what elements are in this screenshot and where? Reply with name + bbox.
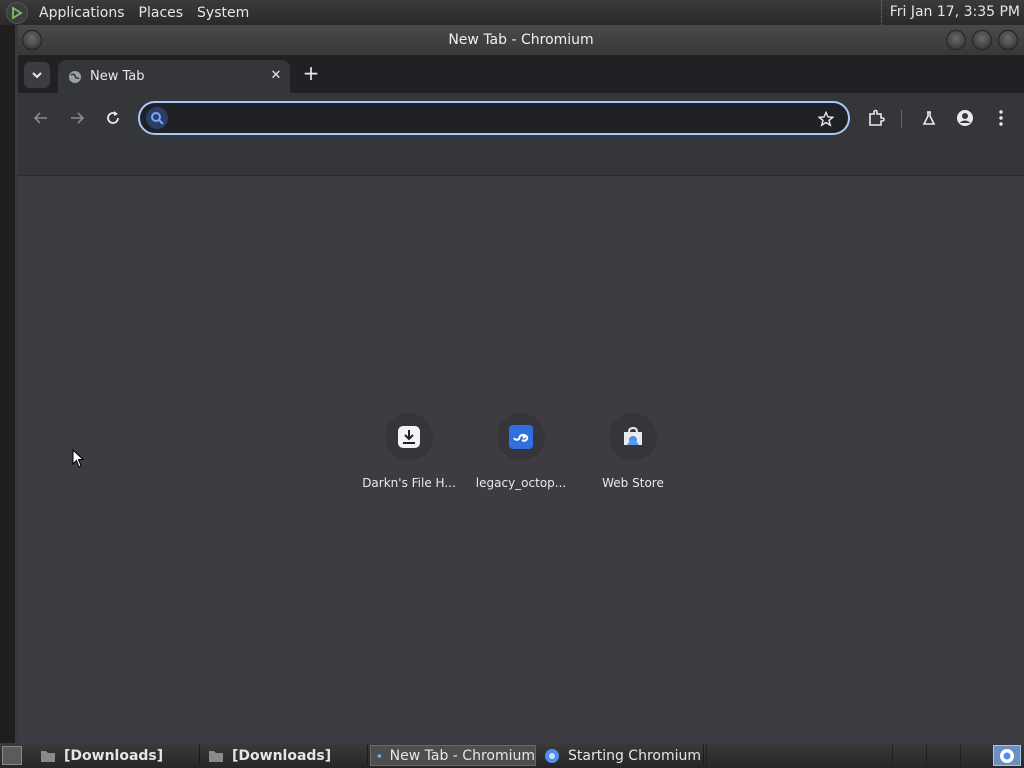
profile-avatar-icon[interactable]	[953, 106, 977, 130]
shortcut-label: Darkn's File H...	[362, 476, 456, 490]
mate-logo-icon[interactable]	[6, 1, 28, 24]
labs-flask-icon[interactable]	[917, 106, 941, 130]
window-menu-button[interactable]	[22, 30, 42, 50]
task-label: New Tab - Chromium	[389, 747, 535, 764]
folder-icon	[41, 750, 55, 762]
shortcut-tile[interactable]	[497, 413, 545, 461]
globe-icon	[69, 70, 81, 83]
task-label: Starting Chromium	[568, 747, 701, 764]
tab-strip: New Tab ✕ +	[18, 55, 1024, 93]
omnibox-input[interactable]	[174, 107, 794, 129]
window-titlebar[interactable]: New Tab - Chromium	[18, 25, 1024, 55]
close-window-button[interactable]	[998, 30, 1018, 50]
chromium-icon	[377, 753, 382, 758]
browser-toolbar	[18, 93, 1024, 143]
task-label: [Downloads]	[64, 747, 164, 764]
workspace-3[interactable]	[960, 745, 993, 766]
forward-icon[interactable]	[65, 106, 89, 130]
shortcut-label: Web Store	[602, 476, 664, 490]
search-icon	[146, 107, 168, 129]
close-tab-icon[interactable]: ✕	[268, 68, 284, 84]
applications-menu[interactable]: Applications	[32, 5, 132, 21]
chromium-icon	[545, 748, 559, 763]
workspace-chromium-indicator[interactable]	[993, 745, 1021, 766]
shortcut-legacy-octop[interactable]: legacy_octop...	[469, 413, 573, 503]
top-panel: Applications Places System Fri Jan 17, 3…	[0, 0, 1024, 25]
task-new-tab-chromium[interactable]: New Tab - Chromium	[370, 745, 536, 766]
task-label: [Downloads]	[232, 747, 332, 764]
mouse-cursor-icon	[72, 449, 85, 468]
task-downloads-1[interactable]: [Downloads]	[34, 745, 200, 766]
task-downloads-2[interactable]: [Downloads]	[202, 745, 368, 766]
minimize-button[interactable]	[946, 30, 966, 50]
bookmark-star-icon[interactable]	[816, 109, 836, 129]
back-icon[interactable]	[29, 106, 53, 130]
workspace-2[interactable]	[926, 745, 960, 766]
task-starting-chromium[interactable]: Starting Chromium	[538, 745, 704, 766]
shortcut-tile[interactable]	[385, 413, 433, 461]
places-menu[interactable]: Places	[132, 5, 191, 21]
shortcut-darkns-file-host[interactable]: Darkn's File H...	[357, 413, 461, 503]
show-desktop-icon[interactable]	[2, 746, 22, 765]
chevron-down-icon	[32, 72, 42, 79]
octopus-icon	[509, 425, 533, 449]
tab-title: New Tab	[90, 69, 145, 84]
toolbar-divider	[901, 110, 902, 128]
web-store-icon	[624, 426, 642, 445]
tab-search-button[interactable]	[24, 62, 50, 88]
chromium-window: New Tab - Chromium New Tab ✕ + Darkn's F…	[18, 25, 1024, 743]
bottom-taskbar: [Downloads] [Downloads] New Tab - Chromi…	[0, 743, 1024, 768]
shortcut-tile[interactable]	[609, 413, 657, 461]
window-title: New Tab - Chromium	[448, 32, 594, 48]
new-tab-button[interactable]: +	[300, 63, 322, 85]
system-menu[interactable]: System	[190, 5, 256, 21]
chromium-icon	[1000, 748, 1014, 763]
tab-new-tab[interactable]: New Tab ✕	[58, 60, 290, 93]
shortcut-web-store[interactable]: Web Store	[581, 413, 685, 503]
new-tab-page: Darkn's File H... legacy_octop... Web St…	[18, 176, 1024, 743]
reload-icon[interactable]	[101, 106, 125, 130]
workspace-1[interactable]	[892, 745, 926, 766]
extensions-icon[interactable]	[864, 106, 888, 130]
more-menu-icon[interactable]	[989, 106, 1013, 130]
folder-icon	[209, 750, 223, 762]
address-bar[interactable]	[138, 101, 850, 135]
download-icon	[398, 426, 420, 448]
bookmarks-bar	[18, 143, 1024, 176]
panel-clock[interactable]: Fri Jan 17, 3:35 PM	[880, 0, 1020, 25]
shortcut-label: legacy_octop...	[475, 476, 567, 490]
taskbar-empty-slot	[706, 745, 892, 766]
maximize-button[interactable]	[972, 30, 992, 50]
